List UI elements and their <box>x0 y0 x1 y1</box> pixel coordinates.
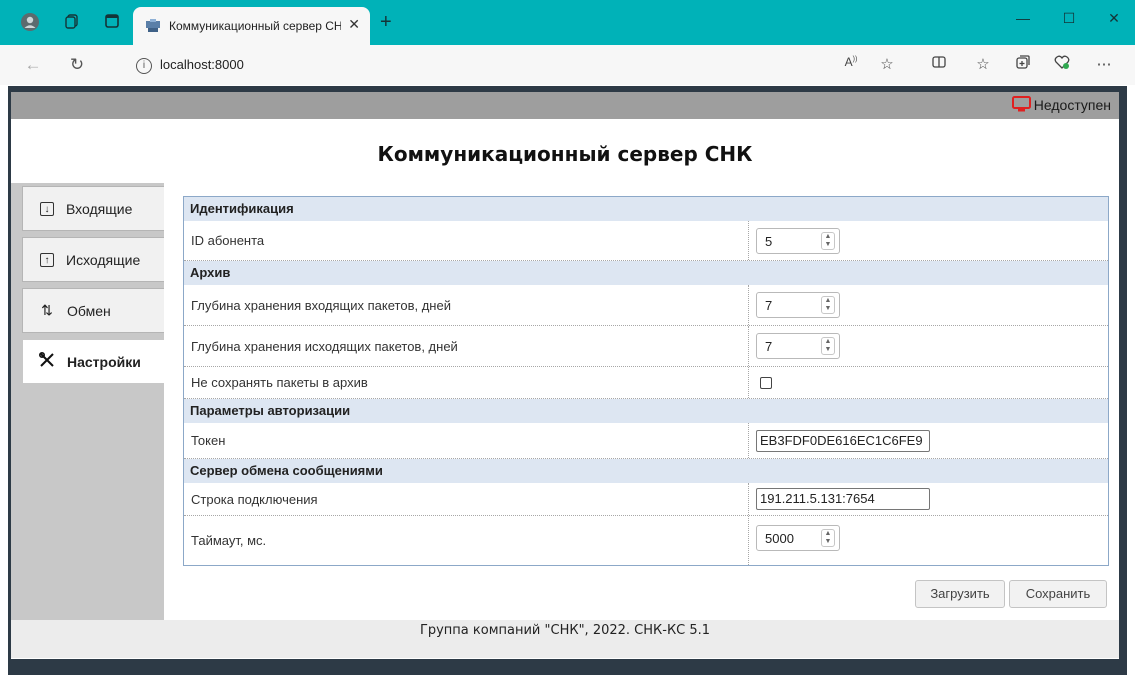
split-screen-icon[interactable] <box>928 55 950 73</box>
spin-arrows-icon[interactable]: ▲ ▼ <box>821 232 835 250</box>
read-aloud-icon[interactable]: A)) <box>840 55 862 69</box>
spin-arrows-icon[interactable]: ▲ ▼ <box>821 529 835 547</box>
sidebar: ↓ Входящие ↑ Исходящие ⇅ Обмен Настройки <box>11 183 164 620</box>
no-archive-label: Не сохранять пакеты в архив <box>191 375 368 390</box>
outgoing-depth-row: Глубина хранения исходящих пакетов, дней… <box>184 326 1108 367</box>
close-window-icon[interactable]: ✕ <box>1104 10 1124 27</box>
url-input[interactable]: localhost:8000 <box>160 57 244 72</box>
sidebar-item-label: Настройки <box>67 353 141 370</box>
sidebar-item-outgoing[interactable]: ↑ Исходящие <box>22 237 164 282</box>
app-page: Недоступен Коммуникационный сервер СНК ↓… <box>11 92 1119 659</box>
section-messaging: Сервер обмена сообщениями <box>184 459 1108 483</box>
connection-label: Строка подключения <box>191 491 318 507</box>
footer-text: Группа компаний "СНК", 2022. СНК-КС 5.1 <box>419 623 711 638</box>
browser-titlebar: Коммуникационный сервер СН ✕ + — ☐ ✕ <box>0 0 1135 45</box>
arrow-down-box-icon: ↓ <box>40 201 54 216</box>
timeout-stepper[interactable]: 5000 ▲ ▼ <box>756 525 840 551</box>
settings-table: Идентификация ID абонента 5 ▲ ▼ Архив Глу… <box>183 196 1109 566</box>
new-tab-button[interactable]: + <box>380 12 392 32</box>
arrow-up-box-icon: ↑ <box>40 252 54 267</box>
column-divider <box>748 516 749 565</box>
connection-status: Недоступен <box>1011 96 1111 113</box>
page-title: Коммуникационный сервер СНК <box>377 142 753 166</box>
column-divider <box>748 221 749 260</box>
token-row: Токен EB3FDF0DE616EC1C6FE9 <box>184 423 1108 459</box>
timeout-label: Таймаут, мс. <box>191 533 267 548</box>
timeout-row: Таймаут, мс. 5000 ▲ ▼ <box>184 516 1108 565</box>
no-archive-checkbox[interactable] <box>760 377 772 389</box>
save-button[interactable]: Сохранить <box>1009 580 1107 608</box>
site-info-icon[interactable]: i <box>136 58 152 74</box>
tab-title: Коммуникационный сервер СН <box>169 19 341 33</box>
spin-arrows-icon[interactable]: ▲ ▼ <box>821 337 835 355</box>
subscriber-id-row: ID абонента 5 ▲ ▼ <box>184 221 1108 261</box>
footer: Группа компаний "СНК", 2022. СНК-КС 5.1 <box>11 620 1119 658</box>
outgoing-depth-stepper[interactable]: 7 ▲ ▼ <box>756 333 840 359</box>
maximize-icon[interactable]: ☐ <box>1059 10 1079 27</box>
connection-row: Строка подключения 191.211.5.131:7654 <box>184 483 1108 516</box>
refresh-icon[interactable]: ↻ <box>66 55 88 75</box>
column-divider <box>748 326 749 366</box>
browser-tab[interactable]: Коммуникационный сервер СН ✕ <box>133 7 370 45</box>
section-auth: Параметры авторизации <box>184 399 1108 423</box>
tab-actions-icon[interactable] <box>102 13 122 33</box>
tab-close-icon[interactable]: ✕ <box>348 16 360 33</box>
browser-essentials-icon[interactable] <box>1051 55 1073 74</box>
incoming-depth-stepper[interactable]: 7 ▲ ▼ <box>756 292 840 318</box>
outgoing-depth-value: 7 <box>765 339 773 354</box>
sidebar-item-settings[interactable]: Настройки <box>22 339 164 384</box>
incoming-depth-value: 7 <box>765 298 773 313</box>
status-label: Недоступен <box>1033 96 1111 113</box>
no-archive-row: Не сохранять пакеты в архив <box>184 367 1108 399</box>
profile-icon[interactable] <box>20 13 40 33</box>
sidebar-item-exchange[interactable]: ⇅ Обмен <box>22 288 164 333</box>
sidebar-item-label: Входящие <box>66 200 133 217</box>
exchange-icon: ⇅ <box>41 302 53 318</box>
column-divider <box>748 423 749 458</box>
column-divider <box>748 483 749 515</box>
sidebar-item-incoming[interactable]: ↓ Входящие <box>22 186 164 231</box>
timeout-value: 5000 <box>765 531 794 546</box>
spin-arrows-icon[interactable]: ▲ ▼ <box>821 296 835 314</box>
column-divider <box>748 285 749 325</box>
incoming-depth-label: Глубина хранения входящих пакетов, дней <box>191 297 451 313</box>
monitor-icon <box>1011 96 1031 112</box>
outgoing-depth-label: Глубина хранения исходящих пакетов, дней <box>191 338 458 354</box>
section-identification: Идентификация <box>184 197 1108 221</box>
token-input[interactable]: EB3FDF0DE616EC1C6FE9 <box>756 430 930 452</box>
subscriber-id-label: ID абонента <box>191 233 265 248</box>
token-label: Токен <box>191 433 226 448</box>
back-icon[interactable]: ← <box>22 55 44 75</box>
sidebar-item-label: Обмен <box>67 302 111 319</box>
more-menu-icon[interactable]: ⋯ <box>1093 55 1115 73</box>
status-strip: Недоступен <box>11 92 1119 119</box>
address-bar: ← ↻ i localhost:8000 A)) ☆ ☆ ⋯ <box>0 45 1135 85</box>
workspaces-icon[interactable] <box>62 13 82 33</box>
favorites-icon[interactable]: ☆ <box>972 55 994 73</box>
sidebar-item-label: Исходящие <box>66 251 141 268</box>
subscriber-id-value: 5 <box>765 234 773 249</box>
section-archive: Архив <box>184 261 1108 285</box>
incoming-depth-row: Глубина хранения входящих пакетов, дней … <box>184 285 1108 326</box>
subscriber-id-stepper[interactable]: 5 ▲ ▼ <box>756 228 840 254</box>
column-divider <box>748 367 749 398</box>
connection-input[interactable]: 191.211.5.131:7654 <box>756 488 930 510</box>
tools-icon <box>38 351 55 371</box>
site-favicon-icon <box>146 19 160 32</box>
minimize-icon[interactable]: — <box>1013 10 1033 26</box>
collections-icon[interactable] <box>1011 55 1033 74</box>
load-button[interactable]: Загрузить <box>915 580 1005 608</box>
favorite-star-icon[interactable]: ☆ <box>876 55 898 73</box>
